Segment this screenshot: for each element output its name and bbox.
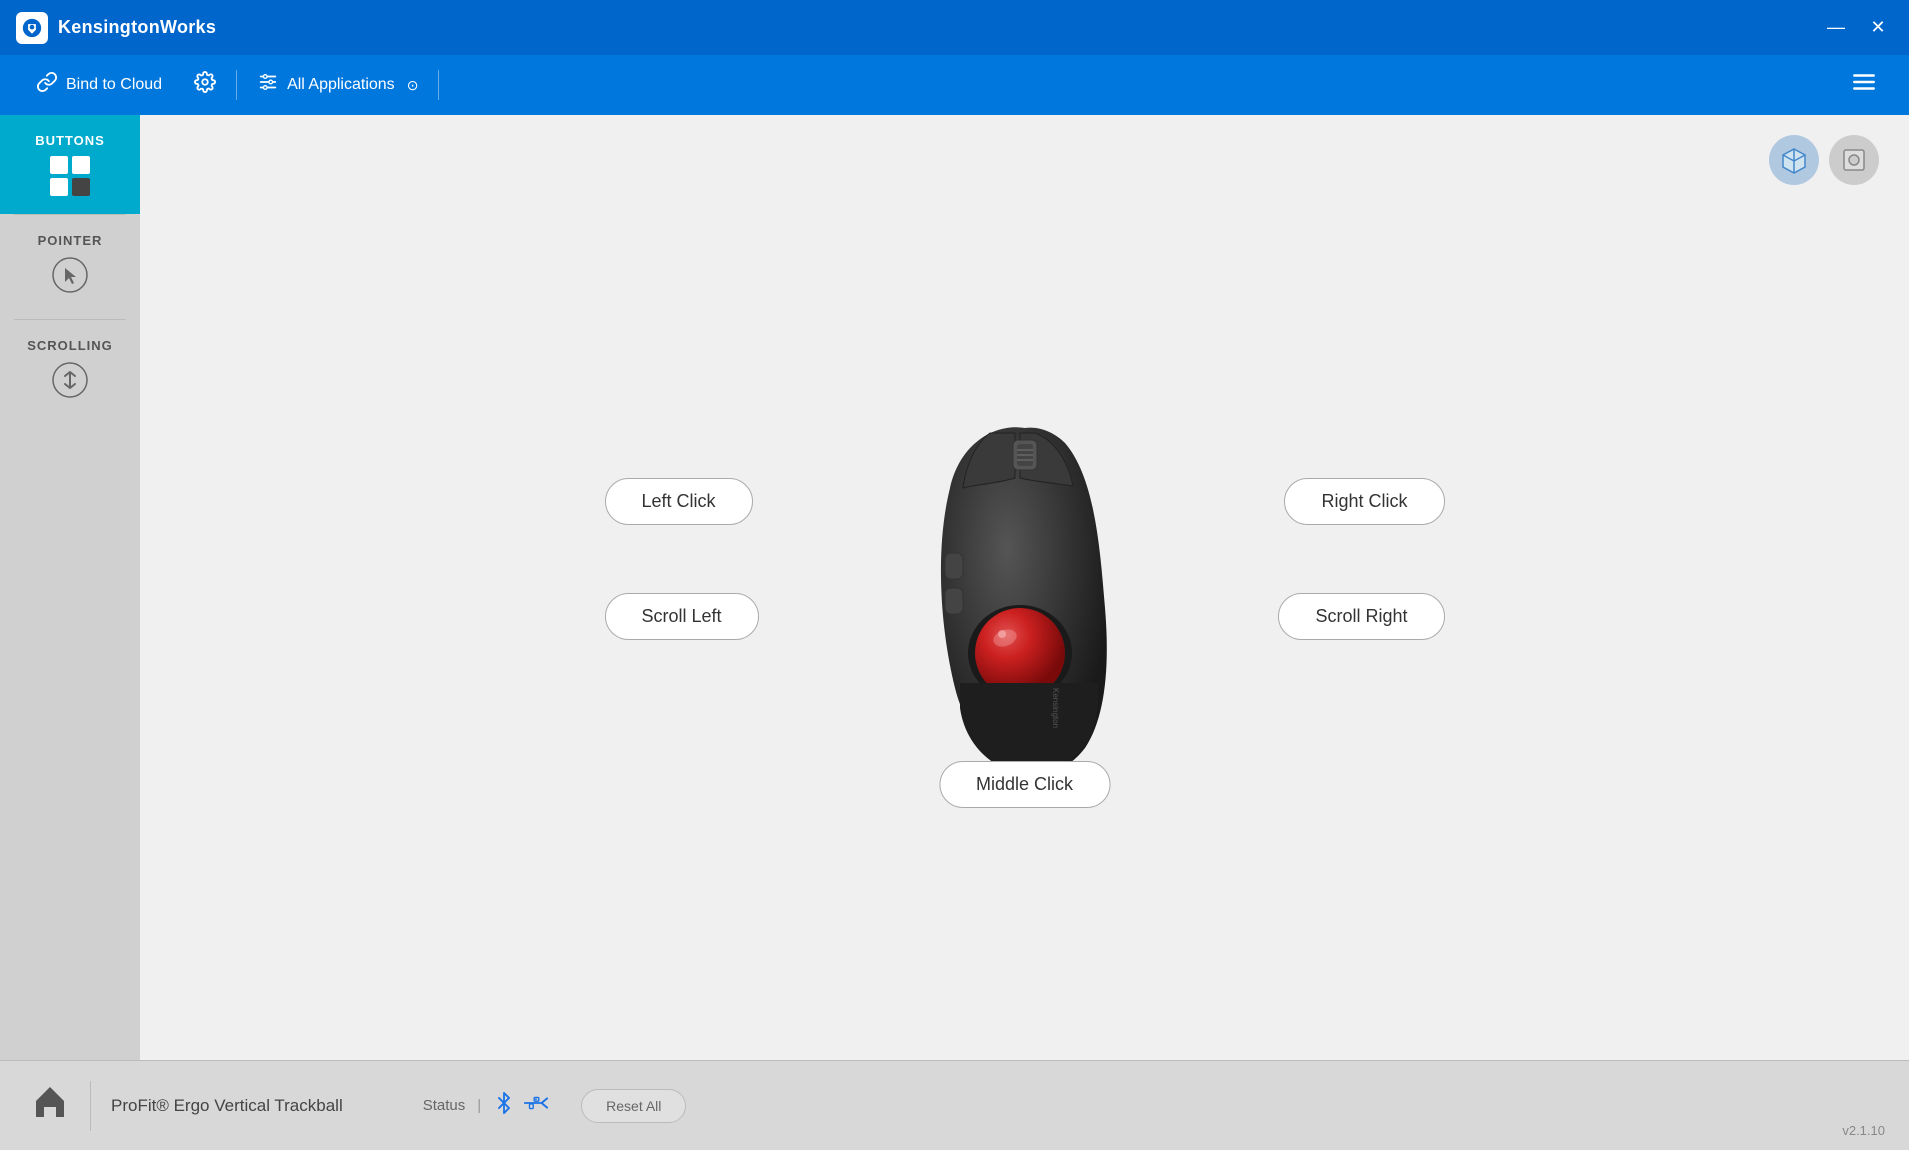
minimize-button[interactable]: — xyxy=(1821,13,1851,43)
close-button[interactable]: ✕ xyxy=(1863,13,1893,43)
toolbar-divider-1 xyxy=(236,70,237,100)
content-area: Left Click Right Click Scroll Left Scrol… xyxy=(140,115,1909,1060)
3d-view-button[interactable] xyxy=(1769,135,1819,185)
mouse-illustration: Kensington xyxy=(905,398,1145,778)
titlebar: KensingtonWorks — ✕ xyxy=(0,0,1909,55)
bluetooth-icon xyxy=(493,1092,515,1120)
applications-chevron: ⊙ xyxy=(407,77,419,94)
footer: ProFit® Ergo Vertical Trackball Status |… xyxy=(0,1060,1909,1150)
scroll-left-button[interactable]: Scroll Left xyxy=(605,593,759,640)
usb-icon xyxy=(523,1092,549,1120)
all-applications-section[interactable]: All Applications ⊙ xyxy=(241,55,434,115)
hamburger-menu-button[interactable] xyxy=(1839,69,1889,101)
toolbar-divider-2 xyxy=(438,70,439,100)
app-logo xyxy=(16,12,48,44)
footer-divider xyxy=(90,1081,91,1131)
main-layout: BUTTONS POINTER SCROLLING xyxy=(0,115,1909,1060)
buttons-grid-icon xyxy=(50,156,90,196)
left-click-button[interactable]: Left Click xyxy=(605,478,753,525)
window-controls: — ✕ xyxy=(1821,13,1893,43)
middle-click-button[interactable]: Middle Click xyxy=(939,761,1110,808)
pointer-icon xyxy=(51,256,89,301)
status-divider: | xyxy=(477,1097,481,1114)
all-applications-label: All Applications xyxy=(287,76,395,94)
svg-text:Kensington: Kensington xyxy=(1051,688,1060,728)
reset-all-button[interactable]: Reset All xyxy=(581,1089,686,1123)
sidebar: BUTTONS POINTER SCROLLING xyxy=(0,115,140,1060)
flat-view-button[interactable] xyxy=(1829,135,1879,185)
bind-to-cloud-section[interactable]: Bind to Cloud xyxy=(20,55,178,115)
toolbar: Bind to Cloud All Applications ⊙ xyxy=(0,55,1909,115)
right-click-button[interactable]: Right Click xyxy=(1284,478,1444,525)
mouse-diagram: Left Click Right Click Scroll Left Scrol… xyxy=(575,338,1475,838)
sidebar-item-pointer[interactable]: POINTER xyxy=(0,215,140,319)
home-button[interactable] xyxy=(30,1081,70,1130)
tune-icon xyxy=(257,71,279,99)
settings-icon xyxy=(194,71,216,99)
status-icons xyxy=(493,1092,549,1120)
status-label: Status xyxy=(423,1097,466,1114)
cloud-link-icon xyxy=(36,71,58,99)
sidebar-item-scrolling[interactable]: SCROLLING xyxy=(0,320,140,424)
pointer-label: POINTER xyxy=(38,233,103,248)
scroll-right-button[interactable]: Scroll Right xyxy=(1278,593,1444,640)
status-section: Status | Reset All xyxy=(423,1089,687,1123)
view-toggles xyxy=(1769,135,1879,185)
app-title: KensingtonWorks xyxy=(58,17,216,38)
buttons-label: BUTTONS xyxy=(35,133,105,148)
version-text: v2.1.10 xyxy=(1842,1123,1885,1138)
scrolling-label: SCROLLING xyxy=(27,338,113,353)
device-name: ProFit® Ergo Vertical Trackball xyxy=(111,1096,343,1116)
sidebar-item-buttons[interactable]: BUTTONS xyxy=(0,115,140,214)
bind-to-cloud-label: Bind to Cloud xyxy=(66,76,162,94)
scrolling-icon xyxy=(51,361,89,406)
settings-section[interactable] xyxy=(178,55,232,115)
